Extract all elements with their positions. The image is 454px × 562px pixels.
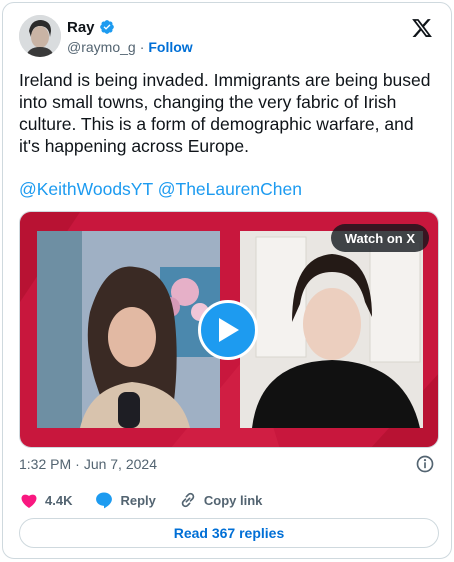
heart-icon bbox=[21, 494, 37, 508]
reply-bubble-icon bbox=[96, 492, 113, 509]
follow-button[interactable]: Follow bbox=[148, 39, 192, 55]
reply-label: Reply bbox=[120, 492, 156, 508]
tweet-header: Ray @raymo_g · Follow bbox=[19, 15, 435, 59]
like-count: 4.4K bbox=[45, 492, 73, 508]
author-handle[interactable]: @raymo_g bbox=[67, 39, 136, 55]
verified-badge-icon bbox=[99, 20, 114, 34]
copy-link-label: Copy link bbox=[203, 492, 263, 508]
video-player[interactable]: Watch on X bbox=[19, 211, 439, 448]
separator-dot: · bbox=[75, 456, 80, 472]
play-icon bbox=[219, 318, 239, 342]
tweet-card[interactable]: Ray @raymo_g · Follow Ireland is being i… bbox=[2, 2, 452, 559]
like-button[interactable]: 4.4K bbox=[19, 490, 72, 510]
info-icon[interactable] bbox=[415, 454, 435, 474]
action-bar: 4.4K Reply Copy link bbox=[19, 487, 435, 513]
separator-dot: · bbox=[139, 39, 145, 55]
tweet-mentions: @KeithWoodsYT @TheLaurenChen bbox=[19, 178, 302, 200]
watch-on-x-button[interactable]: Watch on X bbox=[330, 224, 429, 252]
avatar[interactable] bbox=[19, 15, 61, 57]
read-replies-button[interactable]: Read 367 replies bbox=[19, 518, 439, 548]
play-button[interactable] bbox=[198, 300, 258, 360]
link-icon bbox=[181, 492, 195, 508]
author-block: Ray @raymo_g · Follow bbox=[67, 17, 193, 57]
post-time[interactable]: 1:32 PM bbox=[19, 456, 71, 472]
timestamp-row: 1:32 PM · Jun 7, 2024 bbox=[19, 454, 435, 474]
mention-link[interactable]: @TheLaurenChen bbox=[158, 179, 302, 199]
x-logo-icon[interactable] bbox=[411, 17, 433, 39]
mention-link[interactable]: @KeithWoodsYT bbox=[19, 179, 153, 199]
post-date[interactable]: Jun 7, 2024 bbox=[84, 456, 157, 472]
tweet-text: Ireland is being invaded. Immigrants are… bbox=[19, 70, 431, 156]
reply-button[interactable]: Reply bbox=[94, 490, 156, 510]
copy-link-button[interactable]: Copy link bbox=[178, 490, 263, 510]
author-name[interactable]: Ray bbox=[67, 19, 95, 36]
